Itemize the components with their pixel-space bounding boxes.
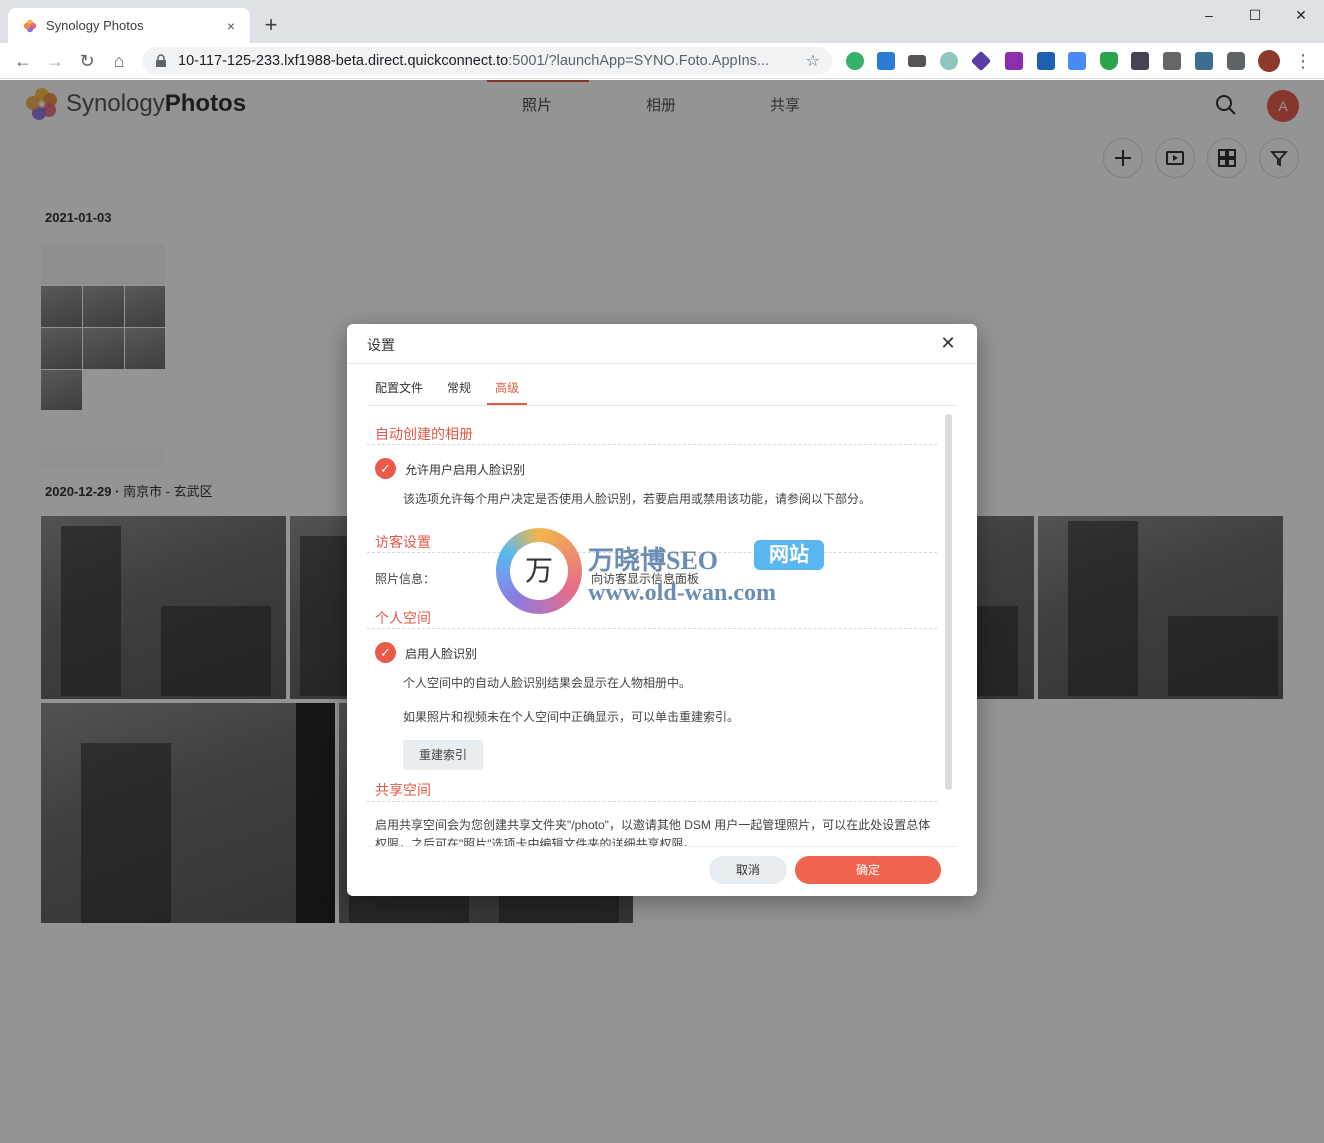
shield-extension-icon[interactable] (1100, 52, 1118, 70)
tab-advanced[interactable]: 高级 (495, 379, 519, 396)
trello-extension-icon[interactable] (877, 52, 895, 70)
face-recognition-allow-label: 允许用户启用人脸识别 (405, 463, 526, 477)
forward-icon[interactable]: → (42, 48, 68, 74)
section-title-visitor: 访客设置 (375, 534, 431, 550)
profile-avatar[interactable] (1258, 50, 1280, 72)
browser-tab[interactable]: Synology Photos × (8, 8, 250, 43)
browser-menu-icon[interactable]: ⋮ (1290, 48, 1316, 74)
translate-extension-icon[interactable] (1068, 52, 1086, 70)
screen-extension-icon[interactable] (1195, 52, 1213, 70)
close-icon[interactable]: ✕ (937, 332, 959, 354)
puzzle-extension-icon[interactable] (1227, 52, 1245, 70)
tools-extension-icon[interactable] (1131, 52, 1149, 70)
browser-tabbar: Synology Photos × + – ☐ ✕ (0, 0, 1324, 43)
new-tab-button[interactable]: + (258, 12, 284, 38)
face-recognition-allow-checkbox[interactable]: ✓ (375, 458, 396, 479)
section-divider (367, 628, 937, 629)
face-recognition-allow-desc: 该选项允许每个用户决定是否使用人脸识别，若要启用或禁用该功能，请参阅以下部分。 (403, 492, 872, 506)
minimize-button[interactable]: – (1186, 0, 1232, 30)
photo-info-label: 照片信息： (375, 572, 436, 586)
browser-toolbar: ← → ↻ ⌂ 10-117-125-233.lxf1988-beta.dire… (0, 43, 1324, 117)
lock-icon (156, 54, 166, 67)
section-title-shared: 共享空间 (375, 782, 431, 798)
home-icon[interactable]: ⌂ (106, 48, 132, 74)
tab-divider (367, 405, 957, 406)
url-text: 10-117-125-233.lxf1988-beta.direct.quick… (178, 53, 806, 69)
tab-title: Synology Photos (46, 18, 144, 33)
personal-face-recognition-checkbox[interactable]: ✓ (375, 642, 396, 663)
personal-face-recognition-label: 启用人脸识别 (405, 647, 478, 661)
watermark-title: 万晓博SEO (588, 546, 719, 575)
section-title-auto-album: 自动创建的相册 (375, 426, 473, 442)
personal-face-recognition-desc: 个人空间中的自动人脸识别结果会显示在人物相册中。 (403, 676, 692, 690)
watermark-url: www.old-wan.com (588, 580, 777, 606)
diamond-extension-icon[interactable] (970, 50, 992, 72)
rebuild-index-hint: 如果照片和视频未在个人空间中正确显示，可以单击重建索引。 (403, 710, 740, 724)
footer-divider (367, 846, 957, 847)
rp-extension-icon[interactable] (1005, 52, 1023, 70)
tab-profile[interactable]: 配置文件 (375, 379, 423, 396)
tab-general[interactable]: 常规 (447, 379, 471, 396)
dialog-scrollbar[interactable] (945, 414, 952, 790)
shared-space-desc: 启用共享空间会为您创建共享文件夹"/photo"，以邀请其他 DSM 用户一起管… (375, 818, 931, 846)
watermark-badge: 网站 (754, 540, 824, 570)
mail-extension-icon[interactable] (908, 55, 926, 67)
synology-photos-favicon-icon (23, 19, 37, 32)
bookmark-star-icon[interactable]: ☆ (806, 51, 820, 71)
cancel-button[interactable]: 取消 (709, 856, 787, 884)
dialog-title: 设置 (367, 337, 395, 353)
back-icon[interactable]: ← (10, 48, 36, 74)
rebuild-index-button[interactable]: 重建索引 (403, 740, 483, 770)
dialog-divider (347, 363, 977, 364)
address-bar[interactable]: 10-117-125-233.lxf1988-beta.direct.quick… (142, 47, 832, 75)
site-watermark: 万 万晓博SEO 网站 www.old-wan.com (496, 528, 836, 618)
tab-close-icon[interactable]: × (222, 18, 240, 34)
watermark-glyph: 万 (510, 542, 568, 600)
settings-scroll-area[interactable]: 自动创建的相册 ✓ 允许用户启用人脸识别 该选项允许每个用户决定是否使用人脸识别… (367, 414, 957, 846)
url-path: :5001/?launchApp=SYNO.Foto.AppIns... (508, 53, 770, 69)
section-divider (367, 801, 937, 802)
doc-extension-icon[interactable] (1163, 52, 1181, 70)
evernote-extension-icon[interactable] (846, 52, 864, 70)
maximize-button[interactable]: ☐ (1232, 0, 1278, 30)
close-window-button[interactable]: ✕ (1278, 0, 1324, 30)
notes-extension-icon[interactable] (1037, 52, 1055, 70)
section-title-personal: 个人空间 (375, 610, 431, 626)
reload-icon[interactable]: ↻ (74, 48, 100, 74)
tab-active-indicator (487, 403, 527, 405)
url-host: 10-117-125-233.lxf1988-beta.direct.quick… (178, 53, 509, 69)
section-divider (367, 444, 937, 445)
chat-extension-icon[interactable] (940, 52, 958, 70)
ok-button[interactable]: 确定 (795, 856, 941, 884)
